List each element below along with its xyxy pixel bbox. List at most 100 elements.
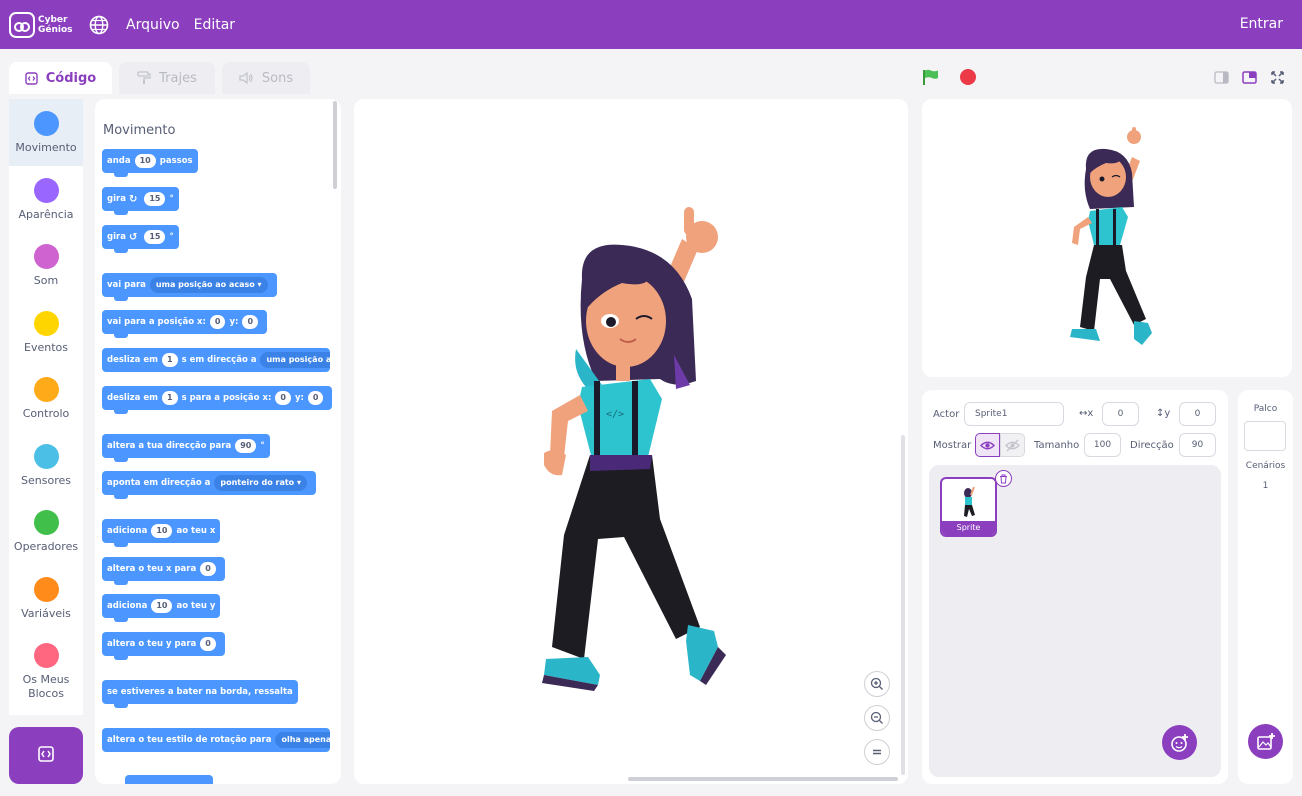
x-input[interactable]: 0 (1102, 402, 1139, 426)
block-dropdown-value: ponteiro do rato (220, 478, 295, 487)
stage-selector[interactable]: Palco Cenários 1 (1238, 390, 1293, 784)
block-partial[interactable] (125, 775, 213, 784)
block-text: passos (159, 156, 193, 166)
block-input[interactable]: 90 (235, 439, 257, 453)
globe-icon[interactable] (88, 14, 110, 36)
sprite-name-input[interactable]: Sprite1 (964, 402, 1064, 426)
block-point-towards[interactable]: aponta em direcção a ponteiro do rato ▾ (102, 471, 316, 499)
tab-sounds[interactable]: Sons (222, 62, 310, 94)
block-input[interactable]: 0 (307, 391, 324, 405)
block-input[interactable]: 15 (144, 230, 166, 244)
category-control-dot (33, 377, 59, 402)
block-go-to-xy[interactable]: vai para a posição x: 0 y: 0 (102, 310, 268, 338)
block-input[interactable]: 0 (200, 562, 216, 576)
small-stage-icon[interactable] (1214, 70, 1229, 85)
green-flag-icon[interactable] (922, 68, 940, 90)
category-control-label: Controlo (22, 407, 70, 420)
category-looks[interactable]: Aparência (9, 166, 83, 233)
block-turn-left[interactable]: gira ↺ 15 ° (102, 225, 179, 253)
tab-code[interactable]: Código (9, 62, 112, 94)
logo[interactable]: Cyber Génios (9, 11, 74, 38)
block-bounce[interactable]: se estiveres a bater na borda, ressalta (102, 680, 298, 708)
block-text: altera o teu x para (107, 564, 197, 574)
category-operators-dot (33, 510, 59, 535)
stage-layout-buttons (1214, 70, 1285, 85)
block-glide-to[interactable]: desliza em 1 s em direcção a uma posição… (102, 348, 330, 372)
sign-in-link[interactable]: Entrar (1240, 16, 1283, 32)
zoom-reset-button[interactable] (864, 739, 890, 765)
category-variables[interactable]: Variáveis (9, 565, 83, 632)
logo-line2: Génios (38, 24, 73, 35)
block-input[interactable]: 0 (242, 315, 259, 329)
menu-edit[interactable]: Editar (194, 17, 235, 33)
tab-costumes[interactable]: Trajes (119, 62, 215, 94)
category-control[interactable]: Controlo (9, 365, 83, 432)
delete-sprite-button[interactable] (995, 470, 1012, 487)
block-input[interactable]: 10 (134, 154, 156, 168)
block-dropdown[interactable]: uma posição ao acaso ▾ (149, 277, 268, 293)
add-sprite-button[interactable] (1162, 725, 1197, 760)
fullscreen-icon[interactable] (1270, 70, 1285, 85)
block-glide-to-xy[interactable]: desliza em 1 s para a posição x: 0 y: 0 (102, 386, 333, 414)
category-looks-dot (33, 177, 59, 203)
block-input[interactable]: 15 (144, 192, 166, 206)
block-text: altera a tua direcção para (107, 441, 232, 451)
block-input[interactable]: 0 (275, 391, 291, 405)
block-input[interactable]: 10 (151, 599, 173, 613)
sprite-tile[interactable]: Sprite (940, 477, 997, 537)
direction-input[interactable]: 90 (1179, 433, 1216, 457)
stop-icon[interactable] (960, 69, 976, 85)
stage[interactable] (922, 99, 1292, 377)
block-text: desliza em (107, 355, 158, 365)
block-dropdown[interactable]: olha apenas par (275, 732, 330, 748)
block-input[interactable]: 1 (162, 391, 178, 405)
add-backdrop-button[interactable] (1248, 724, 1283, 759)
block-input[interactable]: 1 (162, 353, 178, 367)
block-change-y[interactable]: adiciona 10 ao teu y (102, 594, 221, 622)
workspace-scrollbar-horizontal[interactable] (628, 777, 898, 781)
category-my-blocks[interactable]: Os Meus Blocos (9, 631, 83, 700)
block-change-x[interactable]: adiciona 10 ao teu x (102, 519, 221, 547)
stage-thumbnail[interactable] (1244, 421, 1286, 451)
block-point-direction[interactable]: altera a tua direcção para 90 ° (102, 434, 270, 462)
extension-button[interactable] (9, 727, 83, 784)
y-input[interactable]: 0 (1179, 402, 1216, 426)
block-dropdown[interactable]: uma posição ao (260, 352, 330, 368)
block-rotation-style[interactable]: altera o teu estilo de rotação para olha… (102, 728, 330, 752)
x-label: ↔x (1079, 408, 1093, 419)
block-set-x[interactable]: altera o teu x para 0 (102, 557, 225, 585)
rotate-left-icon: ↺ (128, 231, 138, 243)
block-text: altera o teu y para (107, 639, 197, 649)
script-workspace[interactable]: </> (354, 99, 908, 784)
show-sprite-button[interactable] (975, 433, 1000, 457)
hide-sprite-button[interactable] (1000, 433, 1025, 457)
actor-label: Actor (933, 409, 960, 420)
block-turn-right[interactable]: gira ↻ 15 ° (102, 187, 179, 215)
category-sound-dot (33, 244, 59, 269)
block-move-steps[interactable]: anda 10 passos (102, 149, 198, 177)
category-events[interactable]: Eventos (9, 299, 83, 366)
menu-file[interactable]: Arquivo (126, 17, 180, 33)
block-go-to[interactable]: vai para uma posição ao acaso ▾ (102, 273, 277, 301)
category-sound[interactable]: Som (9, 232, 83, 299)
block-input[interactable]: 0 (200, 637, 216, 651)
size-input[interactable]: 100 (1084, 433, 1121, 457)
block-input[interactable]: 10 (151, 524, 173, 538)
trash-icon (1000, 474, 1007, 483)
category-motion[interactable]: Movimento (9, 99, 83, 166)
workspace-scrollbar-vertical[interactable] (901, 435, 905, 775)
large-stage-icon[interactable] (1242, 70, 1257, 85)
block-set-y[interactable]: altera o teu y para 0 (102, 632, 225, 660)
zoom-in-button[interactable] (864, 671, 890, 697)
block-input[interactable]: 0 (209, 315, 226, 329)
block-dropdown[interactable]: ponteiro do rato ▾ (214, 475, 307, 491)
category-sensing[interactable]: Sensores (9, 432, 83, 499)
zoom-out-button[interactable] (864, 705, 890, 731)
block-text: y: (229, 317, 239, 327)
palette-scrollbar[interactable] (333, 101, 337, 189)
block-text: ° (169, 194, 174, 204)
tab-costumes-label: Trajes (159, 70, 197, 86)
category-my-blocks-label: Os Meus Blocos (22, 673, 70, 700)
add-sprite-icon (1170, 733, 1188, 752)
category-operators[interactable]: Operadores (9, 498, 83, 565)
